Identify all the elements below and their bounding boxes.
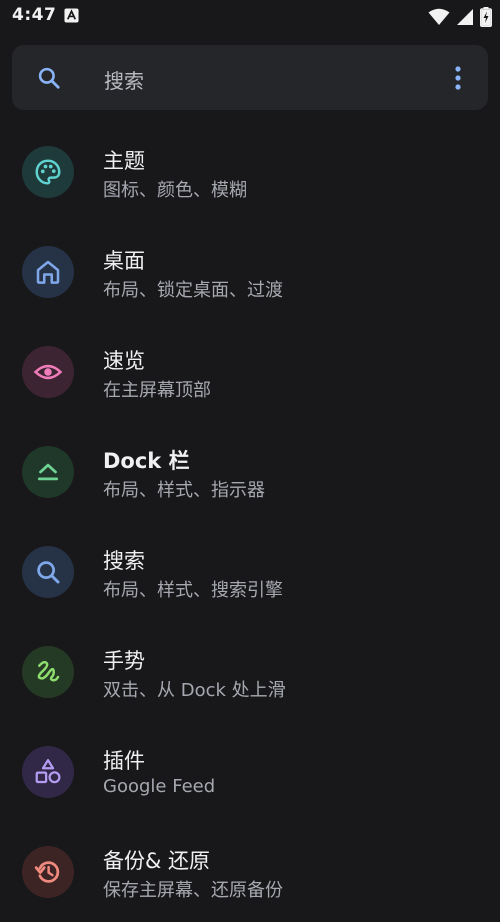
settings-item-title: 搜索 xyxy=(103,549,145,573)
more-vert-icon[interactable] xyxy=(448,63,468,93)
settings-item-title: 桌面 xyxy=(103,249,145,273)
settings-item-subtitle: 布局、样式、搜索引擎 xyxy=(103,580,283,601)
search-bar[interactable]: 搜索 xyxy=(12,45,488,110)
restore-icon xyxy=(34,861,60,883)
glance-icon-circle xyxy=(22,346,74,398)
settings-item-widgets[interactable]: 插件 Google Feed xyxy=(0,722,500,822)
settings-item-search[interactable]: 搜索 布局、样式、搜索引擎 xyxy=(0,522,500,622)
dock-icon-circle xyxy=(22,446,74,498)
battery-charging-icon xyxy=(480,7,492,27)
settings-item-subtitle: 布局、锁定桌面、过渡 xyxy=(103,280,283,301)
status-bar: 4:47 xyxy=(0,0,500,34)
settings-item-subtitle: 布局、样式、指示器 xyxy=(103,480,265,501)
settings-item-backup-restore[interactable]: 备份& 还原 保存主屏幕、还原备份 xyxy=(0,822,500,922)
app-a-icon xyxy=(64,8,79,23)
settings-item-title: 手势 xyxy=(103,649,145,673)
widgets-icon-circle xyxy=(22,746,74,798)
settings-item-dock[interactable]: Dock 栏 布局、样式、指示器 xyxy=(0,422,500,522)
search-input[interactable]: 搜索 xyxy=(104,65,144,94)
settings-item-subtitle: 双击、从 Dock 处上滑 xyxy=(103,680,286,701)
settings-item-subtitle: 在主屏幕顶部 xyxy=(103,380,211,401)
status-time: 4:47 xyxy=(12,5,57,25)
status-icons xyxy=(428,6,492,28)
search-icon-circle xyxy=(22,546,74,598)
settings-item-desktop[interactable]: 桌面 布局、锁定桌面、过渡 xyxy=(0,222,500,322)
settings-item-subtitle: Google Feed xyxy=(103,776,216,797)
gesture-icon xyxy=(37,660,60,682)
settings-item-subtitle: 图标、颜色、模糊 xyxy=(103,180,247,201)
theme-icon-circle xyxy=(22,146,74,198)
settings-list: 主题 图标、颜色、模糊 桌面 布局、锁定桌面、过渡 速览 在主屏幕顶部 Dock… xyxy=(0,122,500,922)
home-icon xyxy=(36,260,60,284)
settings-item-theme[interactable]: 主题 图标、颜色、模糊 xyxy=(0,122,500,222)
restore-icon-circle xyxy=(22,846,74,898)
shapes-icon xyxy=(35,759,61,784)
palette-icon xyxy=(35,159,61,185)
gesture-icon-circle xyxy=(22,646,74,698)
settings-item-title: 插件 xyxy=(103,749,145,773)
wifi-icon xyxy=(428,8,450,25)
eye-icon xyxy=(33,364,63,380)
settings-item-gestures[interactable]: 手势 双击、从 Dock 处上滑 xyxy=(0,622,500,722)
settings-item-at-a-glance[interactable]: 速览 在主屏幕顶部 xyxy=(0,322,500,422)
search-icon xyxy=(37,561,60,584)
settings-item-title: 备份& 还原 xyxy=(103,849,211,873)
settings-item-subtitle: 保存主屏幕、还原备份 xyxy=(103,880,283,901)
settings-item-title: 主题 xyxy=(103,149,145,173)
desktop-icon-circle xyxy=(22,246,74,298)
search-icon xyxy=(38,67,60,89)
dock-icon xyxy=(37,463,59,481)
settings-item-title: 速览 xyxy=(103,349,145,373)
signal-icon xyxy=(457,9,473,25)
settings-item-title: Dock 栏 xyxy=(103,449,190,473)
